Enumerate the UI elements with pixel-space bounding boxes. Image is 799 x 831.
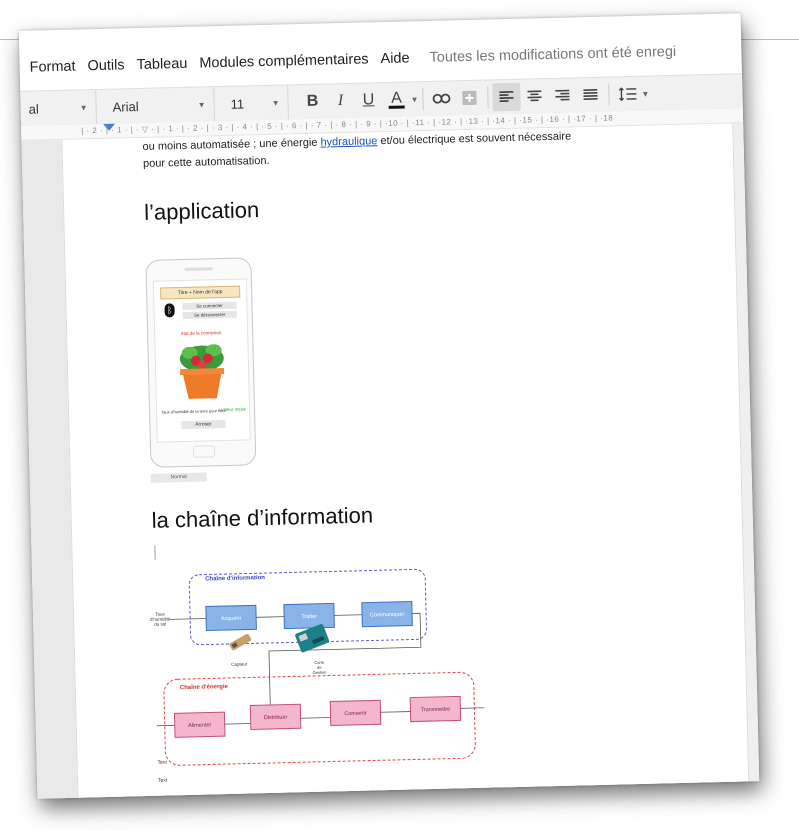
paragraph-text: ou moins automatisée ; une énergie — [142, 136, 321, 153]
text-label: Text — [158, 777, 168, 784]
menu-format[interactable]: Format — [29, 59, 75, 76]
process-block-label: Traiter — [301, 614, 317, 620]
paragraph-text: et/ou électrique est souvent nécessaire — [377, 130, 572, 148]
info-arrow — [256, 616, 285, 618]
menu-outils[interactable]: Outils — [87, 57, 124, 74]
info-chain-title: Chaîne d'information — [205, 575, 265, 582]
disconnect-button: Se déconnecter — [182, 310, 237, 320]
text-color-letter: A — [390, 89, 403, 107]
power-block-label: Alimenter — [188, 722, 212, 729]
sensor-label: Capteur — [231, 662, 248, 667]
text-color-swatch — [388, 105, 405, 109]
document-area: ou moins automatisée ; une énergie hydra… — [21, 123, 760, 799]
communicate-block-label: Communiquer — [370, 612, 405, 619]
potted-plant-icon — [179, 344, 225, 399]
bold-button[interactable]: B — [298, 87, 327, 116]
chevron-down-icon: ▼ — [271, 98, 280, 108]
sensor-icon — [229, 633, 252, 651]
water-button: Arroser — [181, 420, 226, 430]
energy-arrow — [380, 711, 411, 713]
document-window: Format Outils Tableau Modules complément… — [18, 13, 760, 799]
document-page[interactable]: ou moins automatisée ; une énergie hydra… — [61, 123, 750, 799]
font-size-value: 11 — [230, 95, 245, 112]
info-arrow — [170, 618, 207, 620]
align-right-icon[interactable] — [548, 81, 577, 110]
energy-arrow — [300, 717, 331, 719]
save-status: Toutes les modifications ont été enregi — [429, 43, 677, 66]
add-comment-icon[interactable] — [455, 84, 484, 113]
acquire-block-label: Acquérir — [221, 616, 242, 623]
info-arrow — [334, 614, 363, 616]
chevron-down-icon[interactable]: ▼ — [641, 89, 649, 98]
toolbar-divider — [487, 86, 489, 109]
hydraulique-link[interactable]: hydraulique — [320, 135, 377, 148]
info-input-label: du sol — [154, 622, 166, 627]
connect-button: Se connecter — [182, 301, 237, 311]
justify-icon[interactable] — [576, 81, 605, 110]
font-value: Arial — [112, 98, 139, 115]
chevron-down-icon: ▼ — [197, 99, 206, 110]
menu-modules[interactable]: Modules complémentaires — [199, 51, 369, 71]
heading-information-chain: la chaîne d’information — [151, 502, 374, 533]
style-dropdown[interactable]: al ▼ — [20, 90, 98, 126]
text-label: Text — [157, 759, 167, 766]
humidity-label: Taux d'humidité de la terre pour fleur — [161, 407, 226, 415]
bluetooth-icon: ᛒ — [164, 303, 175, 318]
heading-application: l’application — [143, 197, 260, 225]
menu-tableau[interactable]: Tableau — [136, 56, 187, 73]
phone-speaker — [184, 267, 213, 271]
connection-status: état de la connexion — [180, 330, 222, 337]
chain-diagram-svg: Chaîne d'information Taux d'humidité du … — [150, 568, 485, 766]
chevron-down-icon: ▼ — [79, 102, 88, 112]
received-value: valeur reçue — [220, 406, 246, 413]
paragraph-line-2: pour cette automatisation. — [142, 154, 270, 170]
toolbar-divider — [422, 88, 424, 111]
italic-button[interactable]: I — [326, 87, 355, 116]
link-icon[interactable] — [427, 84, 456, 113]
style-value: al — [28, 100, 39, 117]
chevron-down-icon[interactable]: ▼ — [410, 95, 418, 104]
phone-screen: Titre + Nom de l'app ᛒ Se connecter Se d… — [152, 278, 251, 443]
app-title-bar: Titre + Nom de l'app — [160, 285, 241, 300]
phone-mockup-image[interactable]: Titre + Nom de l'app ᛒ Se connecter Se d… — [145, 257, 257, 468]
menu-aide[interactable]: Aide — [380, 50, 409, 67]
board-label: Gestion — [313, 670, 327, 675]
energy-arrow — [224, 723, 251, 725]
toolbar-divider — [608, 83, 610, 106]
underline-button[interactable]: U — [354, 86, 383, 115]
line-spacing-icon[interactable] — [613, 80, 642, 109]
font-size-dropdown[interactable]: 11 ▼ — [214, 85, 289, 122]
text-color-button[interactable]: A — [382, 85, 411, 114]
indent-marker-icon[interactable] — [103, 123, 116, 131]
align-left-icon[interactable] — [492, 82, 521, 112]
chain-diagram-image[interactable]: Chaîne d'information Taux d'humidité du … — [147, 549, 513, 788]
transmit-block-label: Transmettre — [421, 707, 451, 714]
image-style-tag: Normal — [150, 472, 207, 483]
energy-arrow — [460, 707, 485, 709]
energy-chain-title: Chaîne d'énergie — [180, 684, 229, 691]
font-dropdown[interactable]: Arial ▼ — [96, 87, 215, 125]
phone-home-button — [192, 445, 216, 458]
distribute-block-label: Distribuer — [264, 715, 288, 722]
convert-block-label: Convertir — [344, 711, 367, 718]
align-center-icon[interactable] — [520, 82, 549, 111]
